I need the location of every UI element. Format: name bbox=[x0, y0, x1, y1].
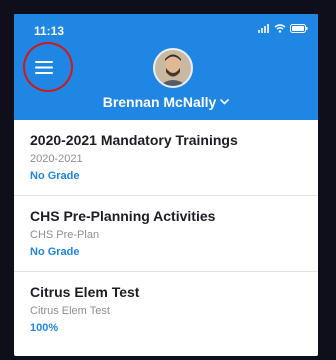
course-item[interactable]: CHS Pre-Planning Activities CHS Pre-Plan… bbox=[14, 196, 318, 272]
course-grade: No Grade bbox=[30, 246, 80, 258]
wifi-icon bbox=[274, 24, 286, 33]
user-name: Brennan McNally bbox=[102, 94, 217, 110]
course-title: 2020-2021 Mandatory Trainings bbox=[30, 132, 238, 148]
status-time: 11:13 bbox=[34, 24, 65, 38]
course-subtitle: 2020-2021 bbox=[30, 153, 83, 165]
signal-icon bbox=[258, 24, 269, 33]
user-switcher[interactable]: Brennan McNally bbox=[14, 94, 318, 110]
status-icons bbox=[258, 24, 308, 33]
device-frame: 11:13 Brennan McNally 2020-2021 Mandator… bbox=[0, 0, 336, 360]
course-list: 2020-2021 Mandatory Trainings 2020-2021 … bbox=[14, 120, 318, 348]
course-item[interactable]: Citrus Elem Test Citrus Elem Test 100% bbox=[14, 272, 318, 348]
chevron-down-icon bbox=[220, 99, 230, 105]
menu-button[interactable] bbox=[18, 37, 78, 97]
user-avatar[interactable] bbox=[153, 48, 193, 88]
battery-icon bbox=[290, 24, 308, 33]
course-grade: 100% bbox=[30, 322, 59, 334]
course-subtitle: CHS Pre-Plan bbox=[30, 229, 100, 241]
hamburger-menu-icon bbox=[35, 61, 53, 74]
course-grade: No Grade bbox=[30, 170, 80, 182]
avatar-photo bbox=[155, 50, 191, 86]
course-item[interactable]: 2020-2021 Mandatory Trainings 2020-2021 … bbox=[14, 120, 318, 196]
course-title: CHS Pre-Planning Activities bbox=[30, 208, 216, 224]
course-title: Citrus Elem Test bbox=[30, 284, 140, 300]
course-subtitle: Citrus Elem Test bbox=[30, 305, 110, 317]
app-screen: 11:13 Brennan McNally 2020-2021 Mandator… bbox=[14, 14, 318, 356]
app-header: 11:13 Brennan McNally bbox=[14, 14, 318, 120]
